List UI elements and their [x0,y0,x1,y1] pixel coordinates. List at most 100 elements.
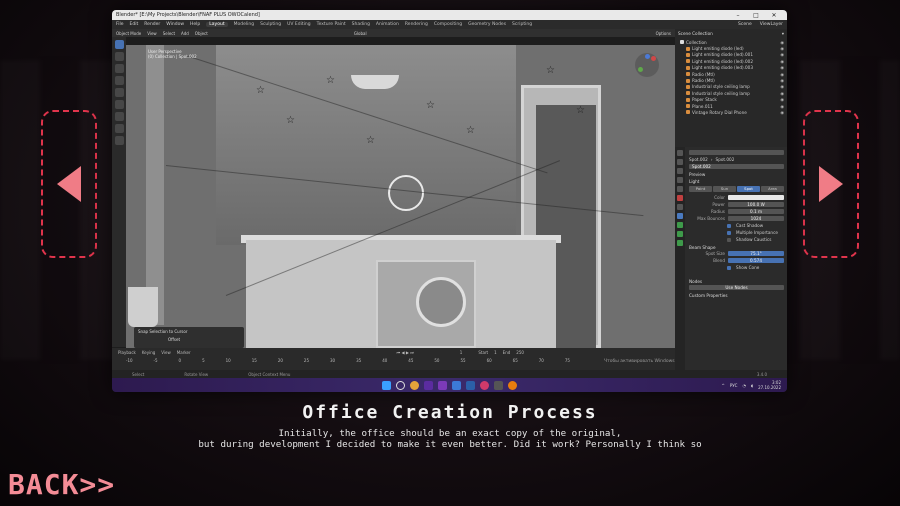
slide-title: Office Creation Process [302,402,598,423]
prev-slide-button[interactable] [41,110,97,258]
show-cone-checkbox [727,265,731,270]
app-icon [494,380,503,390]
star-decoration-icon: ☆ [546,65,555,76]
blender-icon [508,380,517,390]
object-icon [686,91,690,96]
menu-file: File [116,22,124,27]
scene-tab-icon [677,186,683,192]
viewport-header: Object Mode View Select Add Object Globa… [112,29,675,37]
object-icon [686,110,690,115]
measure-tool-icon [114,124,124,133]
blender-menubar: File Edit Render Window Help Layout Mode… [112,20,787,29]
tray-clock: 3:02 27.10.2022 [758,380,781,390]
transform-orientation: Global [353,30,367,36]
operator-panel: Snap Selection to Cursor Offset [134,327,244,348]
timeline-tick: -10 [126,357,133,363]
outliner-panel: Scene Collection ▾ Collection ◉ Light emit… [675,29,787,147]
light-data-tab-icon [677,240,683,246]
outliner-row-label: Plane.011 [692,103,713,109]
timeline-tick: 40 [382,357,388,363]
star-decoration-icon: ☆ [286,115,295,126]
timeline-tick: 45 [408,357,414,363]
search-icon [396,380,405,390]
chrome-icon [410,380,419,390]
menu-render: Render [144,22,161,27]
triangle-right-icon [819,166,843,202]
light-data-name: Spot.002 [689,164,784,169]
scene-desk-fan [388,175,424,211]
property-field: 75.1° [728,251,784,256]
visibility-eye-icon: ◉ [780,97,784,103]
window-title: Blender* [E:\My Projects\Blender\FNAF PL… [116,12,260,18]
viewport-menu-add: Add [181,30,189,36]
move-tool-icon [114,64,124,73]
add-cube-tool-icon [114,136,124,145]
property-label: Max Bounces [697,216,725,221]
outliner-row-label: Radio (Mtl) [692,71,715,77]
slide-text-line2: but during development I decided to make… [198,439,702,450]
timeline-tick: 5 [202,357,205,363]
property-label: Spot Size [705,251,725,256]
viewport-menu-view: View [147,30,157,36]
timeline-tick: 0 [178,357,182,363]
star-decoration-icon: ☆ [466,125,475,136]
object-icon [686,78,690,83]
timeline-tick: 70 [538,357,544,363]
object-icon [686,104,690,109]
volume-icon: ◖ [750,382,754,388]
checkbox-label: Cast Shadow [736,223,764,228]
operator-option: Offset [168,337,181,342]
outliner-row-label: Industrial style ceiling lamp [692,84,750,90]
object-icon [686,84,690,89]
object-icon [686,46,690,51]
star-decoration-icon: ☆ [366,135,375,146]
visibility-eye-icon: ◉ [780,109,784,115]
light-type-tabs: Point Sun Spot Area [689,186,784,192]
workspace-layout: Layout [206,22,228,27]
x-axis-icon [651,56,656,61]
slide-description: Initially, the office should be an exact… [0,428,900,450]
timeline-view: View [161,349,171,355]
start-frame: 1 [494,349,497,355]
section-light: Light [689,179,700,184]
property-field: 1024 [728,216,784,221]
back-button[interactable]: BACK>> [8,468,115,501]
scene-speaker-woofer [416,277,466,327]
star-decoration-icon: ☆ [576,105,585,116]
workspace-texture: Texture Paint [316,22,346,27]
constraint-tab-icon [677,231,683,237]
star-decoration-icon: ☆ [256,85,265,96]
star-decoration-icon: ☆ [326,75,335,86]
view-layer-label: ViewLayer [759,22,783,27]
object-tab-icon [677,204,683,210]
object-icon [686,65,690,70]
workspace-animation: Animation [375,22,399,27]
outliner-row-label: Industrial style ceiling lamp [692,90,750,96]
play-controls-icon: ⏮ ◀ ▶ ⏭ [396,349,414,355]
next-slide-button[interactable] [803,110,859,258]
windows-taskbar: ^ РУС ◔ ◖ 3:02 27.10.2022 [112,378,787,392]
world-tab-icon [677,195,683,201]
status-select: Select [132,371,145,377]
visibility-eye-icon: ◉ [780,71,784,77]
object-icon [686,72,690,77]
maximize-icon: □ [753,11,759,19]
checkbox-row: Shadow Caustics [689,236,784,243]
menu-edit: Edit [129,22,139,27]
object-mode-select: Object Mode [116,30,142,36]
visibility-eye-icon: ◉ [780,39,784,45]
start-label: Start [478,349,489,355]
scene-pillar [146,45,164,325]
timeline-tick: 50 [434,357,440,363]
annotate-tool-icon [114,112,124,121]
3d-viewport: ☆ ☆ ☆ ☆ ☆ ☆ ☆ ☆ User Perspective (0) Col… [126,45,675,348]
property-field: 100.0 W [728,202,784,207]
visibility-eye-icon: ◉ [780,90,784,96]
system-tray: ^ РУС ◔ ◖ 3:02 27.10.2022 [721,380,781,390]
current-frame: 1 [459,349,463,355]
rotate-tool-icon [114,76,124,85]
timeline-ruler: -10 -5 0 5 10 15 20 25 30 35 40 45 50 55… [112,356,675,364]
light-type-spot: Spot [737,186,760,192]
timeline-tick: 55 [460,357,466,363]
property-row: Spot Size 75.1° [689,250,784,257]
